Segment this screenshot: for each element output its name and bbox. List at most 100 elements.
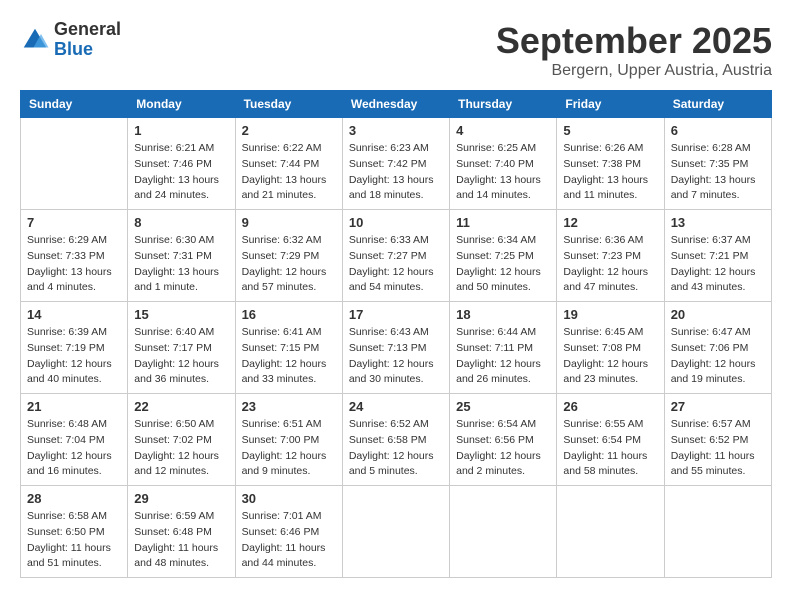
calendar-cell: 23 Sunrise: 6:51 AMSunset: 7:00 PMDayligh… — [235, 394, 342, 486]
day-info: Sunrise: 6:48 AMSunset: 7:04 PMDaylight:… — [27, 417, 121, 480]
calendar-cell: 10Sunrise: 6:33 AMSunset: 7:27 PMDayligh… — [342, 210, 449, 302]
logo: General Blue — [20, 20, 121, 60]
day-info: Sunrise: 6:26 AMSunset: 7:38 PMDaylight:… — [563, 141, 657, 204]
day-number: 17 — [349, 307, 443, 322]
day-number: 2 — [242, 123, 336, 138]
day-number: 28 — [27, 491, 121, 506]
weekday-header-thursday: Thursday — [450, 91, 557, 118]
calendar-cell: 28 Sunrise: 6:58 AMSunset: 6:50 PMDayligh… — [21, 486, 128, 578]
day-info: Sunrise: 6:21 AMSunset: 7:46 PMDaylight:… — [134, 141, 228, 204]
day-number: 25 — [456, 399, 550, 414]
day-number: 22 — [134, 399, 228, 414]
calendar-week-1: 1 Sunrise: 6:21 AMSunset: 7:46 PMDaylight… — [21, 118, 772, 210]
day-info: Sunrise: 6:41 AMSunset: 7:15 PMDaylight:… — [242, 325, 336, 388]
day-number: 6 — [671, 123, 765, 138]
day-number: 24 — [349, 399, 443, 414]
calendar-week-2: 7 Sunrise: 6:29 AMSunset: 7:33 PMDaylight… — [21, 210, 772, 302]
weekday-header-wednesday: Wednesday — [342, 91, 449, 118]
day-number: 11 — [456, 215, 550, 230]
day-number: 5 — [563, 123, 657, 138]
calendar-cell — [21, 118, 128, 210]
day-number: 1 — [134, 123, 228, 138]
calendar-table: SundayMondayTuesdayWednesdayThursdayFrid… — [20, 90, 772, 578]
day-number: 21 — [27, 399, 121, 414]
logo-icon — [20, 25, 50, 55]
logo-blue-text: Blue — [54, 40, 121, 60]
calendar-cell: 22 Sunrise: 6:50 AMSunset: 7:02 PMDayligh… — [128, 394, 235, 486]
calendar-cell: 26 Sunrise: 6:55 AMSunset: 6:54 PMDayligh… — [557, 394, 664, 486]
calendar-cell — [450, 486, 557, 578]
logo-text: General Blue — [54, 20, 121, 60]
calendar-cell: 9 Sunrise: 6:32 AMSunset: 7:29 PMDaylight… — [235, 210, 342, 302]
title-block: September 2025 Bergern, Upper Austria, A… — [496, 20, 772, 80]
day-info: Sunrise: 6:25 AMSunset: 7:40 PMDaylight:… — [456, 141, 550, 204]
logo-general-text: General — [54, 20, 121, 40]
calendar-cell — [664, 486, 771, 578]
location-subtitle: Bergern, Upper Austria, Austria — [496, 62, 772, 80]
day-info: Sunrise: 6:52 AMSunset: 6:58 PMDaylight:… — [349, 417, 443, 480]
calendar-cell: 14Sunrise: 6:39 AMSunset: 7:19 PMDayligh… — [21, 302, 128, 394]
day-number: 27 — [671, 399, 765, 414]
weekday-header-tuesday: Tuesday — [235, 91, 342, 118]
day-info: Sunrise: 6:44 AMSunset: 7:11 PMDaylight:… — [456, 325, 550, 388]
calendar-cell: 6 Sunrise: 6:28 AMSunset: 7:35 PMDaylight… — [664, 118, 771, 210]
day-info: Sunrise: 6:36 AMSunset: 7:23 PMDaylight:… — [563, 233, 657, 296]
weekday-header-row: SundayMondayTuesdayWednesdayThursdayFrid… — [21, 91, 772, 118]
day-info: Sunrise: 6:58 AMSunset: 6:50 PMDaylight:… — [27, 509, 121, 572]
calendar-week-3: 14Sunrise: 6:39 AMSunset: 7:19 PMDayligh… — [21, 302, 772, 394]
day-number: 30 — [242, 491, 336, 506]
calendar-cell: 24 Sunrise: 6:52 AMSunset: 6:58 PMDayligh… — [342, 394, 449, 486]
calendar-cell: 17 Sunrise: 6:43 AMSunset: 7:13 PMDayligh… — [342, 302, 449, 394]
day-info: Sunrise: 6:40 AMSunset: 7:17 PMDaylight:… — [134, 325, 228, 388]
day-info: Sunrise: 6:45 AMSunset: 7:08 PMDaylight:… — [563, 325, 657, 388]
day-info: Sunrise: 6:29 AMSunset: 7:33 PMDaylight:… — [27, 233, 121, 296]
day-number: 12 — [563, 215, 657, 230]
day-number: 9 — [242, 215, 336, 230]
day-number: 3 — [349, 123, 443, 138]
day-info: Sunrise: 6:50 AMSunset: 7:02 PMDaylight:… — [134, 417, 228, 480]
day-number: 23 — [242, 399, 336, 414]
calendar-cell: 29Sunrise: 6:59 AMSunset: 6:48 PMDayligh… — [128, 486, 235, 578]
day-info: Sunrise: 6:43 AMSunset: 7:13 PMDaylight:… — [349, 325, 443, 388]
day-info: Sunrise: 6:51 AMSunset: 7:00 PMDaylight:… — [242, 417, 336, 480]
page-header: General Blue September 2025 Bergern, Upp… — [20, 20, 772, 80]
calendar-cell: 20Sunrise: 6:47 AMSunset: 7:06 PMDayligh… — [664, 302, 771, 394]
day-number: 15 — [134, 307, 228, 322]
calendar-week-5: 28 Sunrise: 6:58 AMSunset: 6:50 PMDayligh… — [21, 486, 772, 578]
calendar-cell: 16Sunrise: 6:41 AMSunset: 7:15 PMDayligh… — [235, 302, 342, 394]
day-info: Sunrise: 6:33 AMSunset: 7:27 PMDaylight:… — [349, 233, 443, 296]
day-info: Sunrise: 6:22 AMSunset: 7:44 PMDaylight:… — [242, 141, 336, 204]
day-number: 26 — [563, 399, 657, 414]
weekday-header-monday: Monday — [128, 91, 235, 118]
calendar-cell: 21 Sunrise: 6:48 AMSunset: 7:04 PMDayligh… — [21, 394, 128, 486]
calendar-cell: 1 Sunrise: 6:21 AMSunset: 7:46 PMDaylight… — [128, 118, 235, 210]
calendar-week-4: 21 Sunrise: 6:48 AMSunset: 7:04 PMDayligh… — [21, 394, 772, 486]
day-info: Sunrise: 7:01 AMSunset: 6:46 PMDaylight:… — [242, 509, 336, 572]
day-info: Sunrise: 6:32 AMSunset: 7:29 PMDaylight:… — [242, 233, 336, 296]
month-title: September 2025 — [496, 20, 772, 62]
calendar-cell: 25 Sunrise: 6:54 AMSunset: 6:56 PMDayligh… — [450, 394, 557, 486]
calendar-cell: 11 Sunrise: 6:34 AMSunset: 7:25 PMDayligh… — [450, 210, 557, 302]
day-info: Sunrise: 6:34 AMSunset: 7:25 PMDaylight:… — [456, 233, 550, 296]
day-info: Sunrise: 6:23 AMSunset: 7:42 PMDaylight:… — [349, 141, 443, 204]
day-number: 7 — [27, 215, 121, 230]
calendar-cell: 7 Sunrise: 6:29 AMSunset: 7:33 PMDaylight… — [21, 210, 128, 302]
day-info: Sunrise: 6:28 AMSunset: 7:35 PMDaylight:… — [671, 141, 765, 204]
day-number: 18 — [456, 307, 550, 322]
day-number: 13 — [671, 215, 765, 230]
day-info: Sunrise: 6:54 AMSunset: 6:56 PMDaylight:… — [456, 417, 550, 480]
calendar-cell: 4 Sunrise: 6:25 AMSunset: 7:40 PMDaylight… — [450, 118, 557, 210]
calendar-cell: 13Sunrise: 6:37 AMSunset: 7:21 PMDayligh… — [664, 210, 771, 302]
calendar-cell: 30 Sunrise: 7:01 AMSunset: 6:46 PMDayligh… — [235, 486, 342, 578]
day-info: Sunrise: 6:57 AMSunset: 6:52 PMDaylight:… — [671, 417, 765, 480]
calendar-cell: 2 Sunrise: 6:22 AMSunset: 7:44 PMDaylight… — [235, 118, 342, 210]
day-info: Sunrise: 6:39 AMSunset: 7:19 PMDaylight:… — [27, 325, 121, 388]
day-info: Sunrise: 6:47 AMSunset: 7:06 PMDaylight:… — [671, 325, 765, 388]
weekday-header-saturday: Saturday — [664, 91, 771, 118]
weekday-header-friday: Friday — [557, 91, 664, 118]
calendar-cell: 8Sunrise: 6:30 AMSunset: 7:31 PMDaylight… — [128, 210, 235, 302]
calendar-cell — [342, 486, 449, 578]
day-info: Sunrise: 6:55 AMSunset: 6:54 PMDaylight:… — [563, 417, 657, 480]
day-number: 4 — [456, 123, 550, 138]
calendar-cell: 19Sunrise: 6:45 AMSunset: 7:08 PMDayligh… — [557, 302, 664, 394]
